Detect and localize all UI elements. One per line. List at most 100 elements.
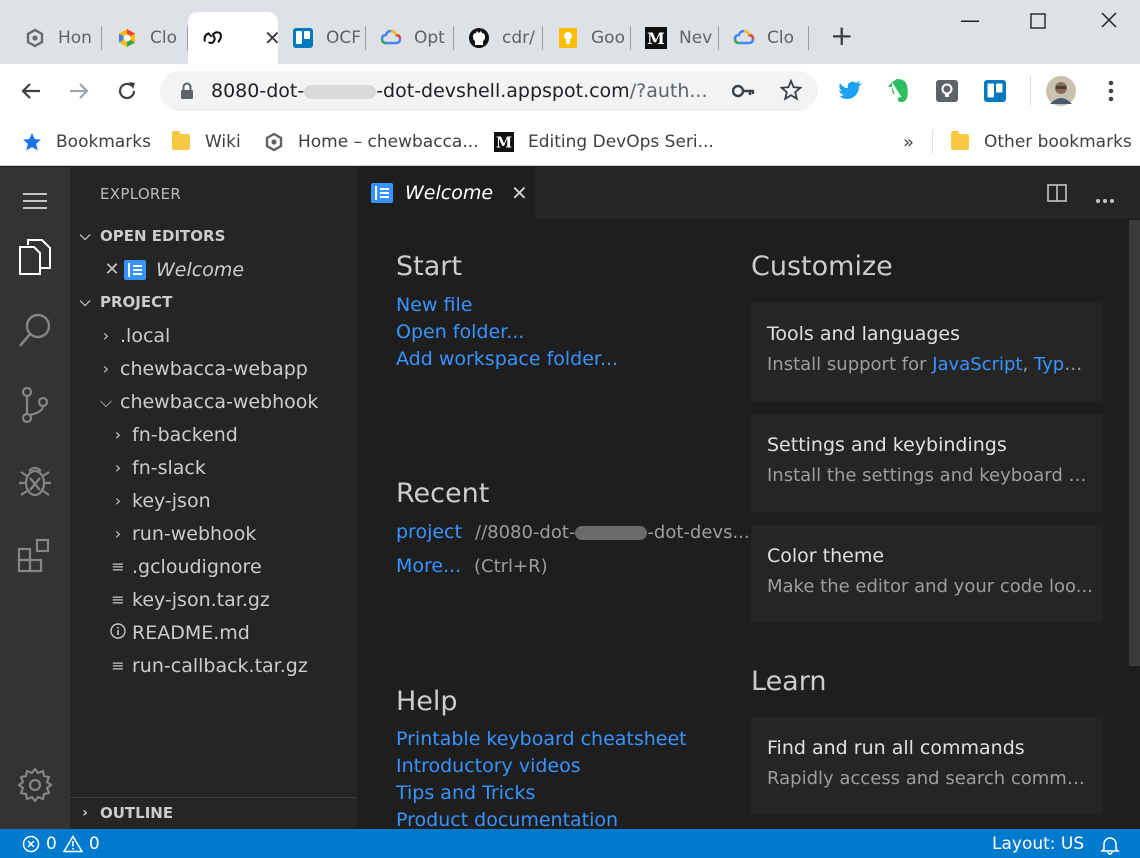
tree-item-fn-slack[interactable]: › fn-slack	[70, 451, 357, 484]
tree-item-run-callback[interactable]: ≡ run-callback.tar.gz	[70, 649, 357, 682]
source-control-icon	[21, 386, 49, 424]
editor-tab-welcome[interactable]: Welcome ✕	[357, 167, 535, 219]
bookmark-home-chewbacca[interactable]: Home – chewbacca...	[264, 128, 479, 156]
error-icon	[22, 835, 40, 853]
key-icon[interactable]	[731, 81, 756, 105]
address-bar[interactable]: 8080-dot- -dot-devshell.appspot.com/?auth…	[160, 71, 818, 111]
introductory-videos-link[interactable]: Introductory videos	[396, 755, 581, 777]
tree-item-chewbacca-webapp[interactable]: › chewbacca-webapp	[70, 352, 357, 385]
bookmark-editing-devops[interactable]: M Editing DevOps Seri...	[494, 128, 714, 156]
new-file-link[interactable]: New file	[396, 294, 472, 316]
google-cloud-icon	[380, 27, 402, 49]
avatar[interactable]	[1046, 76, 1076, 106]
browser-tab-code-server[interactable]: ✕	[188, 12, 278, 64]
chevron-right-icon: ›	[114, 425, 122, 444]
browser-tab-opt[interactable]: Opt	[366, 12, 454, 64]
browser-toolbar: 8080-dot- -dot-devshell.appspot.com/?auth…	[0, 64, 1140, 118]
trello-icon[interactable]	[982, 78, 1008, 104]
tree-item-key-json-tar[interactable]: ≡ key-json.tar.gz	[70, 583, 357, 616]
keep-icon[interactable]	[934, 78, 960, 104]
browser-tab-google-keep[interactable]: Goo	[543, 12, 631, 64]
twitter-icon[interactable]	[838, 78, 864, 104]
github-icon	[468, 27, 490, 49]
menu-button[interactable]	[13, 179, 57, 223]
redacted-blur	[575, 526, 648, 540]
more-recent-shortcut: (Ctrl+R)	[474, 556, 548, 577]
split-editor-icon[interactable]	[1047, 184, 1067, 206]
warning-icon	[62, 835, 83, 853]
chevron-down-icon: ⌵	[79, 228, 91, 244]
activity-bar	[0, 167, 70, 829]
evernote-icon[interactable]	[886, 78, 912, 104]
outline-section[interactable]: › OUTLINE	[70, 797, 357, 827]
tree-item-local[interactable]: › .local	[70, 319, 357, 352]
start-heading: Start	[396, 251, 462, 282]
source-control-button[interactable]	[13, 383, 57, 427]
typescript-link[interactable]: TypeS...	[1034, 354, 1093, 375]
find-and-run-commands-card[interactable]: Find and run all commands Rapidly access…	[751, 717, 1103, 815]
bookmark-other-bookmarks[interactable]: Other bookmarks	[950, 128, 1132, 156]
tree-item-key-json[interactable]: › key-json	[70, 484, 357, 517]
minimize-button[interactable]: —	[960, 8, 980, 32]
file-lines-icon: ≡	[111, 656, 125, 675]
star-icon[interactable]	[779, 78, 803, 105]
explorer-view-button[interactable]	[13, 235, 57, 279]
close-tab-icon[interactable]: ✕	[264, 26, 278, 50]
browser-tab-cloud[interactable]: Clo	[102, 12, 188, 64]
bookmarks-overflow-button[interactable]: »	[903, 128, 914, 156]
back-button[interactable]	[16, 76, 46, 106]
browser-tab-home[interactable]: Hon	[10, 12, 102, 64]
settings-and-keybindings-card[interactable]: Settings and keybindings Install the set…	[751, 414, 1103, 512]
javascript-link[interactable]: JavaScript	[932, 354, 1022, 375]
settings-button[interactable]	[13, 763, 57, 807]
open-editor-welcome[interactable]: ✕ Welcome	[70, 253, 357, 286]
tree-item-chewbacca-webhook[interactable]: ⌵ chewbacca-webhook	[70, 385, 357, 418]
close-window-button[interactable]	[1100, 10, 1118, 34]
close-icon[interactable]: ✕	[102, 259, 122, 280]
color-theme-card[interactable]: Color theme Make the editor and your cod…	[751, 525, 1103, 623]
extensions-view-button[interactable]	[13, 533, 57, 577]
browser-tab-trello[interactable]: OCF	[278, 12, 366, 64]
info-icon	[108, 622, 128, 643]
project-section[interactable]: ⌵ PROJECT	[70, 287, 357, 317]
tree-item-readme[interactable]: README.md	[70, 616, 357, 649]
debug-view-button[interactable]	[13, 459, 57, 503]
open-editors-section[interactable]: ⌵ OPEN EDITORS	[70, 221, 357, 251]
tools-and-languages-card[interactable]: Tools and languages Install support for …	[751, 303, 1103, 401]
help-heading: Help	[396, 686, 458, 717]
keyboard-layout-indicator[interactable]: Layout: US	[992, 834, 1084, 854]
browser-tabstrip: Hon Clo ✕ OCF Opt cdr/ Goo M Nev Clo + —	[0, 0, 1140, 64]
chevron-right-icon: ›	[114, 491, 122, 510]
reload-button[interactable]	[112, 76, 142, 106]
chevron-down-icon: ⌵	[79, 294, 91, 310]
bookmark-bookmarks[interactable]: Bookmarks	[22, 128, 151, 156]
keyboard-cheatsheet-link[interactable]: Printable keyboard cheatsheet	[396, 728, 687, 750]
browser-tab-github[interactable]: cdr/	[454, 12, 543, 64]
tips-and-tricks-link[interactable]: Tips and Tricks	[396, 782, 535, 804]
problems-indicator[interactable]: 0 0	[22, 834, 100, 854]
notifications-bell-icon[interactable]	[1100, 835, 1120, 855]
chevron-right-icon: ›	[102, 359, 110, 378]
more-actions-icon[interactable]	[1095, 189, 1115, 208]
menu-dots-icon[interactable]	[1098, 78, 1124, 104]
extensions-icon	[17, 538, 50, 573]
open-folder-link[interactable]: Open folder...	[396, 321, 524, 343]
search-view-button[interactable]	[13, 309, 57, 353]
add-workspace-folder-link[interactable]: Add workspace folder...	[396, 348, 618, 370]
bookmark-wiki[interactable]: Wiki	[171, 128, 241, 156]
close-icon[interactable]: ✕	[511, 181, 528, 205]
explorer-sidebar: EXPLORER ⌵ OPEN EDITORS ✕ Welcome ⌵ PROJ…	[70, 167, 357, 829]
maximize-button[interactable]	[1030, 10, 1046, 34]
product-documentation-link[interactable]: Product documentation	[396, 809, 618, 831]
browser-tab-medium[interactable]: M Nev	[631, 12, 719, 64]
tree-item-fn-backend[interactable]: › fn-backend	[70, 418, 357, 451]
tree-item-run-webhook[interactable]: › run-webhook	[70, 517, 357, 550]
browser-tab-cloud-2[interactable]: Clo	[719, 12, 809, 64]
tree-item-gcloudignore[interactable]: ≡ .gcloudignore	[70, 550, 357, 583]
new-tab-button[interactable]: +	[830, 22, 853, 50]
editor-scrollbar[interactable]	[1129, 220, 1140, 666]
lock-icon	[180, 82, 194, 104]
more-recent-link[interactable]: More...	[396, 555, 461, 577]
forward-button[interactable]	[64, 76, 94, 106]
recent-project-link[interactable]: project	[396, 521, 462, 543]
